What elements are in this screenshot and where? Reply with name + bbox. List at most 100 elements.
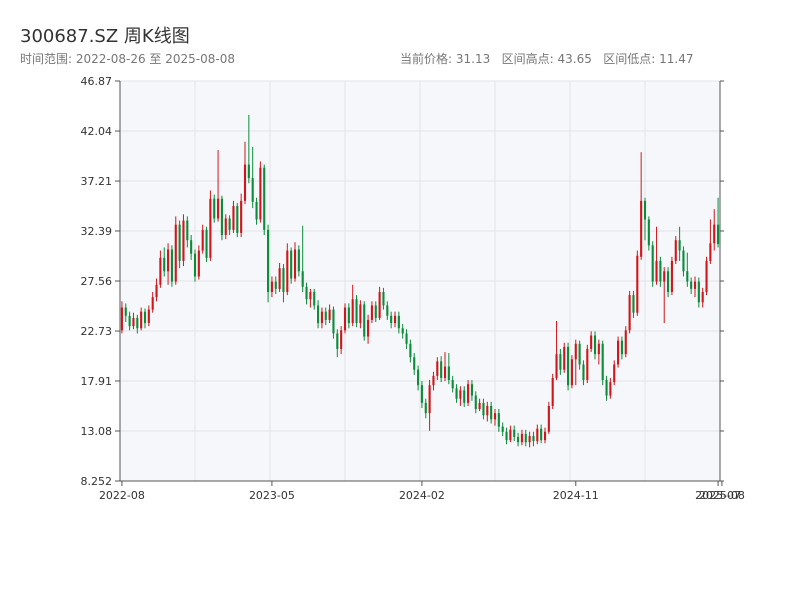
- candle-down: [474, 395, 477, 410]
- candle-down: [682, 250, 685, 272]
- candle-up: [240, 200, 243, 233]
- candle-down: [501, 426, 504, 432]
- candle-up: [328, 309, 331, 320]
- candle-down: [540, 428, 543, 441]
- candle-up: [367, 319, 370, 337]
- candle-down: [401, 328, 404, 334]
- candle-down: [667, 271, 670, 292]
- candle-down: [532, 435, 535, 442]
- candle-up: [370, 305, 373, 320]
- candle-down: [332, 309, 335, 334]
- candle-down: [497, 413, 500, 427]
- candle-down: [678, 240, 681, 251]
- candle-up: [182, 220, 185, 261]
- candle-down: [374, 305, 377, 318]
- candle-up: [543, 431, 547, 441]
- candle-down: [513, 429, 516, 437]
- candle-up: [309, 291, 312, 300]
- candle-down: [251, 178, 254, 202]
- candle-down: [382, 291, 385, 306]
- candle-up: [628, 295, 631, 331]
- candle-up: [624, 330, 627, 355]
- candle-up: [436, 361, 439, 376]
- candle-down: [282, 268, 285, 292]
- candle-up: [586, 348, 589, 381]
- candle-up: [547, 405, 550, 432]
- candle-up: [120, 307, 123, 331]
- candle-up: [709, 243, 712, 261]
- candle-down: [297, 249, 300, 272]
- candle-down: [143, 311, 147, 324]
- candle-down: [263, 167, 266, 230]
- candle-up: [232, 206, 235, 230]
- candle-up: [536, 428, 539, 442]
- candle-up: [636, 255, 639, 313]
- candle-down: [124, 307, 127, 316]
- candle-down: [690, 281, 693, 289]
- candle-up: [243, 164, 247, 201]
- candle-down: [605, 380, 608, 396]
- candle-down: [463, 390, 466, 403]
- candle-up: [617, 340, 620, 365]
- candle-up: [159, 257, 162, 285]
- x-tick-label: 2024-11: [553, 489, 599, 502]
- y-tick-label: 8.252: [81, 475, 113, 488]
- candle-up: [655, 260, 658, 282]
- candle-up: [555, 354, 558, 378]
- candle-up: [286, 250, 289, 292]
- candle-down: [336, 333, 339, 349]
- candle-down: [582, 364, 585, 381]
- candle-down: [647, 219, 650, 246]
- candle-up: [478, 402, 481, 410]
- x-tick-label: 2025-08: [699, 489, 745, 502]
- candle-down: [301, 271, 304, 287]
- candle-up: [293, 249, 297, 279]
- candle-down: [413, 357, 416, 370]
- candle-up: [343, 307, 347, 331]
- candle-down: [128, 315, 131, 327]
- candle-down: [363, 304, 366, 337]
- candle-up: [259, 167, 262, 220]
- candle-up: [493, 413, 497, 420]
- candle-down: [417, 369, 420, 386]
- candle-down: [397, 315, 400, 329]
- candle-down: [228, 218, 231, 230]
- candle-up: [393, 315, 397, 324]
- y-tick-label: 37.21: [81, 175, 113, 188]
- candle-down: [524, 433, 527, 443]
- candle-down: [247, 164, 250, 179]
- candlestick-chart: 8.252 13.08 17.91 22.73 27.56 32.39 37.21 42.04…: [81, 75, 745, 502]
- candle-up: [320, 311, 323, 324]
- candle-down: [236, 206, 239, 233]
- candle-up: [520, 433, 523, 443]
- candle-down: [620, 340, 623, 355]
- x-tick-label: 2022-08: [99, 489, 145, 502]
- candle-down: [186, 220, 189, 241]
- x-tick-label: 2024-02: [399, 489, 445, 502]
- candle-up: [270, 281, 273, 292]
- candle-down: [205, 229, 208, 258]
- candle-down: [451, 380, 454, 389]
- candle-up: [701, 291, 704, 303]
- y-tick-label: 17.91: [81, 375, 113, 388]
- y-tick-label: 32.39: [81, 225, 113, 238]
- candle-down: [193, 253, 197, 277]
- candle-up: [174, 224, 177, 282]
- candle-down: [255, 201, 258, 220]
- candle-down: [317, 305, 320, 324]
- candle-down: [220, 198, 223, 236]
- candle-up: [459, 390, 462, 399]
- candle-up: [467, 384, 470, 403]
- candle-up: [217, 198, 220, 219]
- candle-down: [659, 260, 662, 282]
- candle-up: [613, 364, 616, 383]
- candle-up: [443, 366, 447, 378]
- candle-up: [609, 382, 612, 396]
- candle-up: [563, 346, 566, 370]
- candle-down: [386, 305, 389, 316]
- candle-down: [390, 315, 393, 324]
- candle-down: [409, 343, 412, 358]
- candle-up: [551, 377, 554, 406]
- candle-down: [213, 198, 216, 219]
- candle-down: [355, 299, 358, 324]
